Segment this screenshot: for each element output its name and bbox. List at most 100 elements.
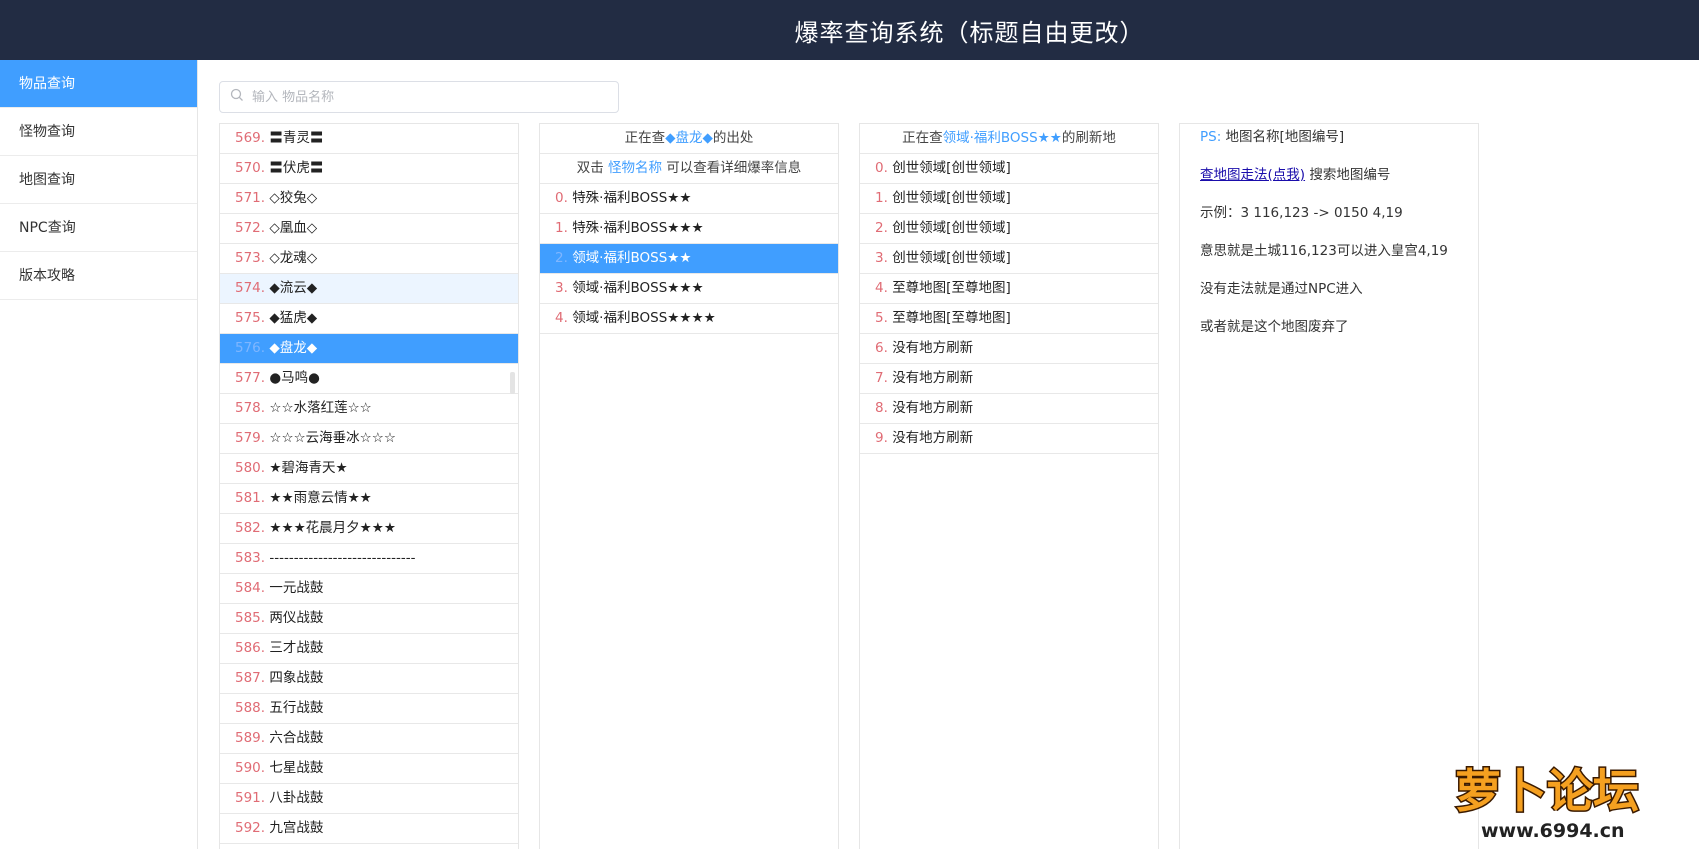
watermark-url: www.6994.cn: [1481, 820, 1625, 842]
list-item[interactable]: 582. ★★★花晨月夕★★★: [220, 514, 518, 544]
sidebar-item-version-guide[interactable]: 版本攻略: [0, 252, 197, 300]
row-index: 6.: [875, 340, 888, 356]
list-item[interactable]: 575. ◆猛虎◆: [220, 304, 518, 334]
row-label: 没有地方刷新: [892, 430, 974, 446]
sidebar-item-item-query[interactable]: 物品查询: [0, 60, 197, 108]
row-index: 0.: [875, 160, 888, 176]
list-item-selected[interactable]: 2. 领域·福利BOSS★★: [540, 244, 838, 274]
row-label: 一元战鼓: [269, 580, 324, 596]
list-item[interactable]: 569. 〓青灵〓: [220, 124, 518, 154]
list-item[interactable]: 4. 领域·福利BOSS★★★★: [540, 304, 838, 334]
list-item[interactable]: 581. ★★雨意云情★★: [220, 484, 518, 514]
monster-source-panel: 正在查◆盘龙◆的出处 双击 怪物名称 可以查看详细爆率信息 0. 特殊·福利BO…: [539, 123, 839, 849]
search-box: [219, 81, 619, 113]
list-item[interactable]: 592. 九宫战鼓: [220, 814, 518, 844]
no-route-text: 没有走法就是通过NPC进入: [1200, 281, 1363, 297]
row-label: 〓伏虎〓: [269, 160, 324, 176]
row-label: 〓青灵〓: [269, 130, 324, 146]
panel-header: 正在查领域·福利BOSS★★的刷新地: [860, 124, 1158, 154]
row-index: 572.: [235, 220, 266, 236]
item-list-panel: 569. 〓青灵〓 570. 〓伏虎〓 571. ◇狡兔◇ 572. ◇凰血◇ …: [219, 123, 519, 849]
search-icon: [230, 88, 244, 106]
panel-header: 正在查◆盘龙◆的出处: [540, 124, 838, 154]
sidebar-item-npc-query[interactable]: NPC查询: [0, 204, 197, 252]
list-item[interactable]: 577. ●马鸣●: [220, 364, 518, 394]
list-item[interactable]: 0. 创世领域[创世领域]: [860, 154, 1158, 184]
list-item[interactable]: 5. 至尊地图[至尊地图]: [860, 304, 1158, 334]
row-index: 4.: [555, 310, 568, 326]
row-index: 569.: [235, 130, 266, 146]
list-item[interactable]: 1. 特殊·福利BOSS★★★: [540, 214, 838, 244]
list-item[interactable]: 1. 创世领域[创世领域]: [860, 184, 1158, 214]
list-item[interactable]: 589. 六合战鼓: [220, 724, 518, 754]
list-item[interactable]: 584. 一元战鼓: [220, 574, 518, 604]
row-index: 2.: [555, 250, 568, 266]
row-index: 8.: [875, 400, 888, 416]
row-label: ★碧海青天★: [269, 460, 348, 476]
list-item[interactable]: 4. 至尊地图[至尊地图]: [860, 274, 1158, 304]
list-item[interactable]: 586. 三才战鼓: [220, 634, 518, 664]
row-label: 至尊地图[至尊地图]: [892, 310, 1011, 326]
row-index: 578.: [235, 400, 266, 416]
list-item[interactable]: 570. 〓伏虎〓: [220, 154, 518, 184]
list-item[interactable]: 571. ◇狡兔◇: [220, 184, 518, 214]
row-label: ◇狡兔◇: [269, 190, 318, 206]
row-label: 四象战鼓: [269, 670, 324, 686]
row-label: 没有地方刷新: [892, 370, 974, 386]
list-item-selected[interactable]: 576. ◆盘龙◆: [220, 334, 518, 364]
list-item[interactable]: 3. 创世领域[创世领域]: [860, 244, 1158, 274]
list-item[interactable]: 591. 八卦战鼓: [220, 784, 518, 814]
row-label: ◇凰血◇: [269, 220, 318, 236]
list-item[interactable]: 590. 七星战鼓: [220, 754, 518, 784]
search-input[interactable]: [252, 89, 592, 105]
row-index: 585.: [235, 610, 266, 626]
list-item[interactable]: 588. 五行战鼓: [220, 694, 518, 724]
row-label: 七星战鼓: [269, 760, 324, 776]
app-header: 爆率查询系统（标题自由更改）: [0, 0, 1699, 60]
row-label: 创世领域[创世领域]: [892, 190, 1011, 206]
list-item[interactable]: 8. 没有地方刷新: [860, 394, 1158, 424]
list-item[interactable]: 587. 四象战鼓: [220, 664, 518, 694]
list-item-hovered[interactable]: 574. ◆流云◆: [220, 274, 518, 304]
row-label: 五行战鼓: [269, 700, 324, 716]
scrollbar-thumb[interactable]: [510, 372, 515, 394]
row-index: 3.: [555, 280, 568, 296]
list-item[interactable]: 585. 两仪战鼓: [220, 604, 518, 634]
row-label: 六合战鼓: [269, 730, 324, 746]
list-item[interactable]: 572. ◇凰血◇: [220, 214, 518, 244]
row-index: 586.: [235, 640, 266, 656]
row-label: ◆猛虎◆: [269, 310, 318, 326]
row-index: 582.: [235, 520, 266, 536]
list-item[interactable]: 6. 没有地方刷新: [860, 334, 1158, 364]
sidebar-item-monster-query[interactable]: 怪物查询: [0, 108, 197, 156]
row-label: ●马鸣●: [269, 370, 320, 386]
row-index: 576.: [235, 340, 266, 356]
map-route-link[interactable]: 查地图走法(点我): [1200, 167, 1305, 183]
list-item[interactable]: 578. ☆☆水落红莲☆☆: [220, 394, 518, 424]
row-index: 588.: [235, 700, 266, 716]
list-item[interactable]: 0. 特殊·福利BOSS★★: [540, 184, 838, 214]
watermark-title: 萝卜论坛: [1455, 764, 1639, 818]
list-item[interactable]: 7. 没有地方刷新: [860, 364, 1158, 394]
row-label: 三才战鼓: [269, 640, 324, 656]
sidebar-item-map-query[interactable]: 地图查询: [0, 156, 197, 204]
row-index: 1.: [555, 220, 568, 236]
list-item[interactable]: 579. ☆☆☆云海垂冰☆☆☆: [220, 424, 518, 454]
row-index: 570.: [235, 160, 266, 176]
row-label: ☆☆☆云海垂冰☆☆☆: [269, 430, 396, 446]
row-index: 592.: [235, 820, 266, 836]
row-index: 5.: [875, 310, 888, 326]
list-item[interactable]: 580. ★碧海青天★: [220, 454, 518, 484]
list-item[interactable]: 573. ◇龙魂◇: [220, 244, 518, 274]
row-label: ◆盘龙◆: [269, 340, 318, 356]
row-index: 589.: [235, 730, 266, 746]
sidebar: 物品查询 怪物查询 地图查询 NPC查询 版本攻略: [0, 60, 198, 849]
list-item[interactable]: 9. 没有地方刷新: [860, 424, 1158, 454]
list-item[interactable]: 2. 创世领域[创世领域]: [860, 214, 1158, 244]
list-item[interactable]: 583. ------------------------------: [220, 544, 518, 574]
list-item[interactable]: 3. 领域·福利BOSS★★★: [540, 274, 838, 304]
row-index: 577.: [235, 370, 266, 386]
row-index: 587.: [235, 670, 266, 686]
row-label: 没有地方刷新: [892, 340, 974, 356]
row-index: 590.: [235, 760, 266, 776]
